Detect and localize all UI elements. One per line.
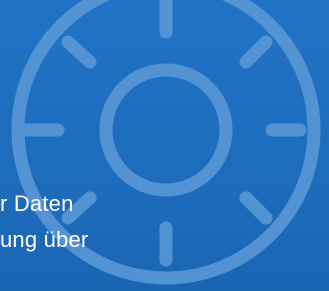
dial-inner-ring <box>99 63 233 197</box>
dial-spoke-top-left <box>61 35 97 69</box>
promo-banner[interactable]: r Daten ung über <box>0 0 329 291</box>
caption-line-2: ung über <box>0 227 89 252</box>
caption-line-1: r Daten <box>0 191 74 216</box>
dial-spoke-top-right <box>239 35 273 69</box>
banner-caption: r Daten ung über <box>0 186 88 258</box>
dial-spoke-bottom-right <box>239 191 273 225</box>
